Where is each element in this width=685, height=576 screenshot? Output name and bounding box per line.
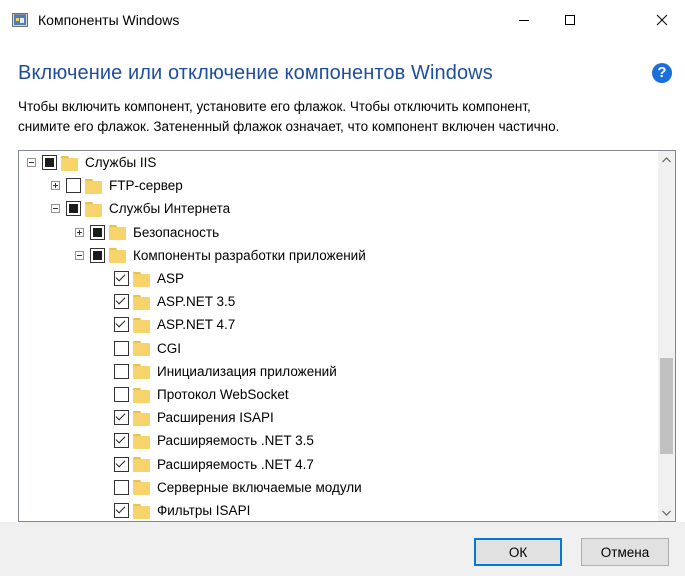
feature-checkbox[interactable]: [42, 155, 57, 170]
tree-item-label: CGI: [157, 340, 182, 356]
scroll-thumb[interactable]: [660, 358, 673, 454]
tree-item-label: ASP.NET 3.5: [157, 294, 236, 310]
chevron-down-icon: [662, 510, 671, 516]
feature-checkbox[interactable]: [114, 503, 129, 518]
maximize-button[interactable]: [547, 0, 593, 40]
feature-checkbox[interactable]: [114, 433, 129, 449]
title-bar: Компоненты Windows: [0, 0, 685, 40]
tree-item[interactable]: Безопасность: [75, 221, 219, 244]
tree-item[interactable]: Серверные включаемые модули: [99, 476, 362, 499]
collapse-icon[interactable]: [51, 204, 60, 214]
help-icon[interactable]: ?: [652, 63, 672, 83]
feature-checkbox[interactable]: [66, 178, 81, 194]
minimize-button[interactable]: [501, 0, 547, 40]
folder-icon: [133, 478, 151, 496]
feature-checkbox[interactable]: [114, 340, 129, 356]
window-title: Компоненты Windows: [38, 12, 180, 28]
close-button[interactable]: [639, 0, 685, 40]
windows-features-icon: [12, 13, 28, 27]
tree-item[interactable]: ASP: [99, 267, 184, 290]
tree-item[interactable]: Расширяемость .NET 4.7: [99, 453, 314, 476]
tree-item[interactable]: Расширения ISAPI: [99, 406, 274, 429]
tree-item-label: Протокол WebSocket: [157, 387, 289, 402]
collapse-icon[interactable]: [27, 158, 36, 167]
maximize-icon: [565, 15, 575, 25]
feature-checkbox[interactable]: [66, 201, 81, 217]
dialog-footer: ОК Отмена: [0, 522, 685, 576]
folder-icon: [133, 502, 151, 520]
description-line-1: Чтобы включить компонент, установите его…: [18, 99, 531, 114]
tree-item-label: Фильтры ISAPI: [157, 503, 251, 518]
feature-checkbox[interactable]: [114, 271, 129, 286]
feature-checkbox[interactable]: [114, 317, 129, 333]
tree-item[interactable]: Фильтры ISAPI: [99, 499, 251, 521]
cancel-button[interactable]: Отмена: [581, 538, 669, 566]
feature-checkbox[interactable]: [114, 294, 129, 310]
tree-item-label: Расширяемость .NET 3.5: [157, 433, 314, 449]
vertical-scrollbar[interactable]: [658, 151, 675, 521]
feature-checkbox[interactable]: [114, 363, 129, 379]
tree-item-label: Службы Интернета: [109, 201, 231, 217]
tree-item[interactable]: Протокол WebSocket: [99, 383, 289, 406]
tree-item-label: Инициализация приложений: [157, 363, 337, 379]
scroll-down-button[interactable]: [658, 504, 675, 521]
tree-item[interactable]: FTP-сервер: [51, 174, 183, 197]
feature-checkbox[interactable]: [114, 387, 129, 402]
folder-icon: [85, 200, 103, 218]
feature-checkbox[interactable]: [90, 247, 105, 263]
description: Чтобы включить компонент, установите его…: [18, 97, 668, 137]
folder-icon: [133, 386, 151, 404]
tree-item-label: Компоненты разработки приложений: [133, 247, 366, 263]
tree-item[interactable]: CGI: [99, 337, 181, 360]
folder-icon: [133, 409, 151, 427]
tree-item[interactable]: Расширяемость .NET 3.5: [99, 429, 314, 452]
folder-icon: [133, 432, 151, 450]
tree-item-label: Безопасность: [133, 224, 220, 240]
tree-item[interactable]: Службы Интернета: [51, 197, 230, 220]
tree-item-label: ASP: [157, 271, 185, 286]
folder-icon: [109, 246, 127, 264]
feature-checkbox[interactable]: [90, 224, 105, 240]
tree-item-label: ASP.NET 4.7: [157, 317, 236, 333]
folder-icon: [133, 339, 151, 357]
folder-icon: [109, 223, 127, 241]
folder-icon: [61, 154, 79, 172]
feature-checkbox[interactable]: [114, 410, 129, 426]
tree-item-label: Расширения ISAPI: [157, 410, 274, 426]
folder-icon: [133, 455, 151, 473]
close-icon: [656, 14, 668, 26]
features-tree[interactable]: Службы IIS FTP-сервер Службы Интернета Безо…: [18, 150, 676, 522]
chevron-up-icon: [662, 156, 671, 162]
collapse-icon[interactable]: [75, 250, 84, 260]
tree-item[interactable]: ASP.NET 3.5: [99, 290, 235, 313]
folder-icon: [133, 362, 151, 380]
folder-icon: [85, 177, 103, 195]
tree-item-label: Расширяемость .NET 4.7: [157, 456, 314, 472]
feature-checkbox[interactable]: [114, 456, 129, 472]
tree-item[interactable]: Службы IIS: [27, 151, 156, 174]
tree-item-label: Службы IIS: [85, 155, 157, 170]
folder-icon: [133, 316, 151, 334]
tree-item-label: FTP-сервер: [109, 178, 183, 194]
tree-item[interactable]: Инициализация приложений: [99, 360, 337, 383]
folder-icon: [133, 293, 151, 311]
feature-checkbox[interactable]: [114, 479, 129, 495]
minimize-icon: [519, 20, 529, 21]
description-line-2: снимите его флажок. Затененный флажок оз…: [18, 119, 560, 134]
expand-icon[interactable]: [75, 227, 84, 237]
ok-button[interactable]: ОК: [474, 538, 562, 566]
tree-item-label: Серверные включаемые модули: [157, 479, 362, 495]
scroll-up-button[interactable]: [658, 151, 675, 168]
expand-icon[interactable]: [51, 181, 60, 191]
tree-item[interactable]: ASP.NET 4.7: [99, 313, 235, 336]
folder-icon: [133, 270, 151, 288]
page-heading: Включение или отключение компонентов Win…: [18, 62, 493, 84]
tree-item[interactable]: Компоненты разработки приложений: [75, 244, 366, 267]
